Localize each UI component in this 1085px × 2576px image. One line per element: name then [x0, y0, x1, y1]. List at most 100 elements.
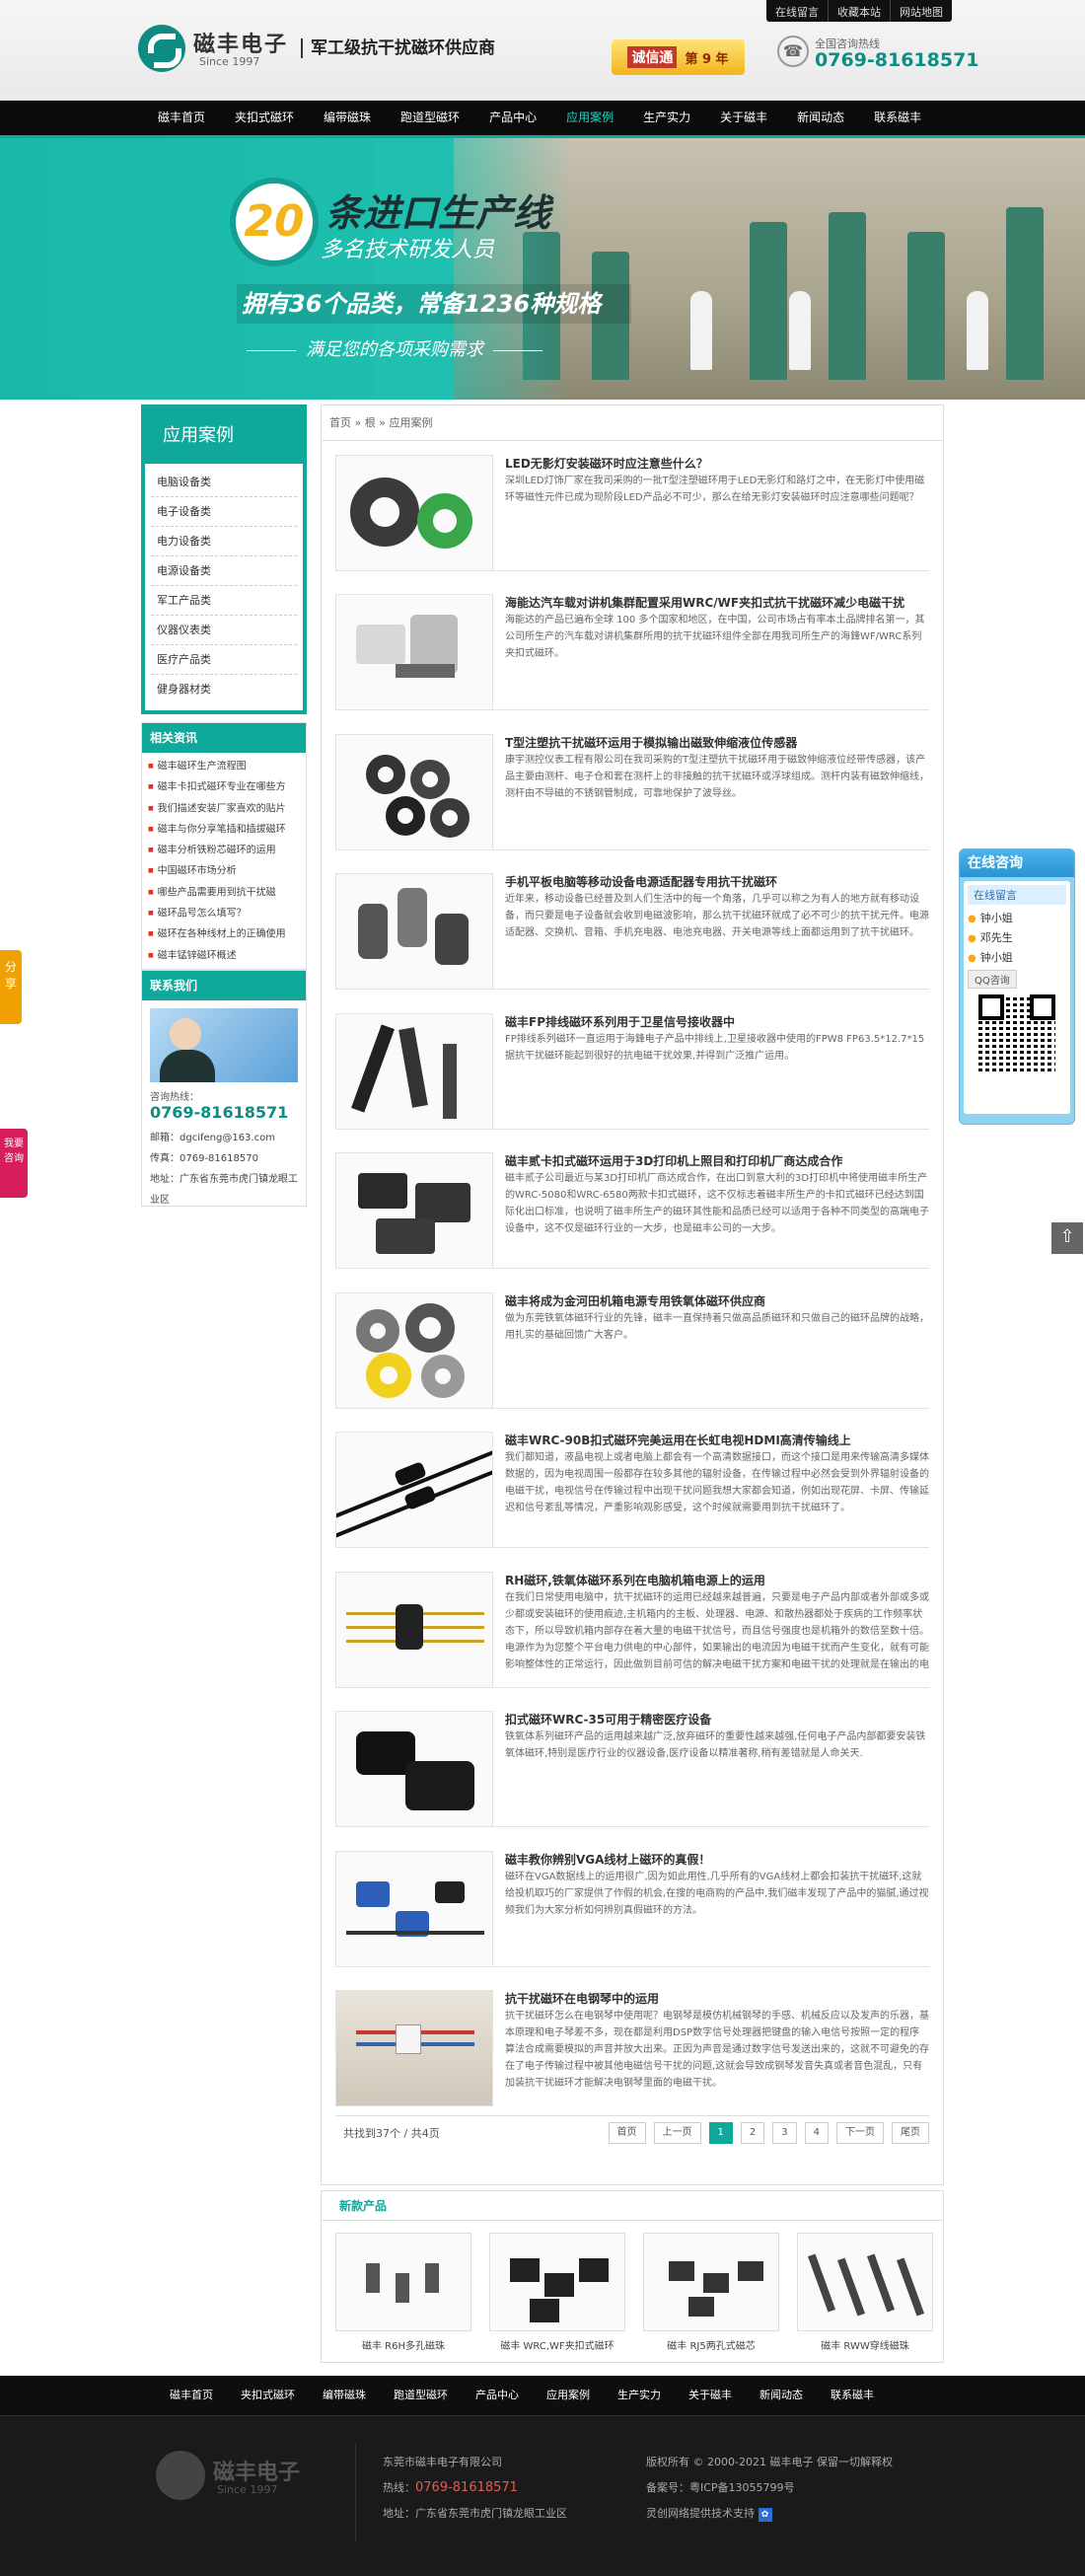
- article-thumb[interactable]: [335, 1292, 493, 1409]
- sidebar-item-instrument[interactable]: 仪器仪表类: [151, 616, 297, 645]
- article-title[interactable]: 磁丰贰卡扣式磁环运用于3D打印机上照目和打印机厂商达成合作: [505, 1152, 929, 1169]
- related-item[interactable]: 磁丰锰锌磁环概述: [148, 945, 300, 966]
- consult-message-tab[interactable]: 在线留言: [968, 885, 1066, 905]
- product-image[interactable]: [335, 2233, 471, 2331]
- article-item[interactable]: 磁丰FP排线磁环系列用于卫星信号接收器中 FP排线系列磁环一直运用于海鋒电子产品…: [335, 1013, 929, 1130]
- article-item[interactable]: T型注塑抗干扰磁环运用于模拟输出磁致伸缩液位传感器 康宇测控仪表工程有限公司在我…: [335, 734, 929, 850]
- nav-item-strength[interactable]: 生产实力: [628, 101, 705, 135]
- related-item[interactable]: 哪些产品需要用到抗干扰磁: [148, 882, 300, 903]
- article-thumb[interactable]: [335, 1152, 493, 1269]
- related-item[interactable]: 磁环在各种线材上的正确使用: [148, 923, 300, 944]
- pagination-next[interactable]: 下一页: [836, 2121, 884, 2144]
- product-card[interactable]: 磁丰 R6H多孔磁珠: [335, 2233, 471, 2352]
- article-thumb[interactable]: [335, 594, 493, 710]
- article-thumb[interactable]: [335, 1432, 493, 1548]
- related-item[interactable]: 磁环品号怎么填写？: [148, 903, 300, 923]
- nav-item-taped-bead[interactable]: 编带磁珠: [309, 101, 386, 135]
- article-item[interactable]: 磁丰将成为金河田机箱电源专用铁氧体磁环供应商 做为东莞铁氧体磁环行业的先锋，磁丰…: [335, 1292, 929, 1409]
- qq-consult-button[interactable]: QQ咨询: [968, 970, 1017, 989]
- article-title[interactable]: T型注塑抗干扰磁环运用于模拟输出磁致伸缩液位传感器: [505, 734, 929, 751]
- article-item[interactable]: 海能达汽车载对讲机集群配置采用WRC/WF夹扣式抗干扰磁环减少电磁干扰 海能达的…: [335, 594, 929, 710]
- product-caption[interactable]: 磁丰 WRC,WF夹扣式磁环: [489, 2337, 625, 2352]
- article-title[interactable]: 磁丰将成为金河田机箱电源专用铁氧体磁环供应商: [505, 1292, 929, 1309]
- nav-item-contact[interactable]: 联系磁丰: [859, 101, 936, 135]
- article-thumb[interactable]: [335, 734, 493, 850]
- pagination-first[interactable]: 首页: [608, 2121, 646, 2144]
- pagination-page-3[interactable]: 3: [772, 2121, 797, 2144]
- back-to-top-icon[interactable]: ⇧: [1051, 1222, 1083, 1254]
- article-title[interactable]: 海能达汽车载对讲机集群配置采用WRC/WF夹扣式抗干扰磁环减少电磁干扰: [505, 594, 929, 611]
- consult-agent[interactable]: 钟小姐: [968, 909, 1066, 928]
- footer-nav-item[interactable]: 夹扣式磁环: [227, 2376, 309, 2415]
- footer-nav-item[interactable]: 编带磁珠: [309, 2376, 380, 2415]
- article-item[interactable]: 扣式磁环WRC-35可用于精密医疗设备 铁氧体系列磁环产品的运用越来越广泛,放弃…: [335, 1711, 929, 1827]
- product-image[interactable]: [643, 2233, 779, 2331]
- article-item[interactable]: LED无影灯安装磁环时应注意些什么？ 深圳LED灯饰厂家在我司采购的一批T型注塑…: [335, 455, 929, 571]
- article-thumb[interactable]: [335, 1990, 493, 2106]
- article-thumb[interactable]: [335, 1572, 493, 1688]
- nav-item-about[interactable]: 关于磁丰: [705, 101, 782, 135]
- pagination-page-1[interactable]: 1: [708, 2121, 733, 2144]
- article-item[interactable]: 磁丰教你辨别VGA线材上磁环的真假！ 磁环在VGA数据线上的运用很广,因为如此用…: [335, 1851, 929, 1967]
- product-card[interactable]: 磁丰 RWW穿线磁珠: [797, 2233, 933, 2352]
- footer-nav-item[interactable]: 生产实力: [604, 2376, 675, 2415]
- pagination-prev[interactable]: 上一页: [653, 2121, 701, 2144]
- top-link-favorite[interactable]: 收藏本站: [828, 0, 890, 22]
- sidebar-item-electronics[interactable]: 电子设备类: [151, 497, 297, 527]
- product-card[interactable]: 磁丰 RJ5两孔式磁芯: [643, 2233, 779, 2352]
- nav-item-news[interactable]: 新闻动态: [782, 101, 859, 135]
- sidebar-item-military[interactable]: 军工产品类: [151, 586, 297, 616]
- article-thumb[interactable]: [335, 1851, 493, 1967]
- article-item[interactable]: 手机平板电脑等移动设备电源适配器专用抗干扰磁环 近年来，移动设备已经普及到人们生…: [335, 873, 929, 990]
- footer-nav-item[interactable]: 应用案例: [533, 2376, 604, 2415]
- pagination-last[interactable]: 尾页: [892, 2121, 929, 2144]
- article-title[interactable]: 抗干扰磁环在电钢琴中的运用: [505, 1990, 929, 2007]
- article-title[interactable]: LED无影灯安装磁环时应注意些什么？: [505, 455, 929, 472]
- product-caption[interactable]: 磁丰 RJ5两孔式磁芯: [643, 2337, 779, 2352]
- article-title[interactable]: RH磁环,铁氧体磁环系列在电脑机箱电源上的运用: [505, 1572, 929, 1588]
- nav-item-products[interactable]: 产品中心: [474, 101, 551, 135]
- pagination-page-4[interactable]: 4: [804, 2121, 829, 2144]
- product-card[interactable]: 磁丰 WRC,WF夹扣式磁环: [489, 2233, 625, 2352]
- article-title[interactable]: 手机平板电脑等移动设备电源适配器专用抗干扰磁环: [505, 873, 929, 890]
- related-item[interactable]: 磁丰磁环生产流程图: [148, 756, 300, 776]
- footer-nav-item[interactable]: 新闻动态: [746, 2376, 817, 2415]
- product-caption[interactable]: 磁丰 R6H多孔磁珠: [335, 2337, 471, 2352]
- product-caption[interactable]: 磁丰 RWW穿线磁珠: [797, 2337, 933, 2352]
- footer-nav-item[interactable]: 磁丰首页: [156, 2376, 227, 2415]
- share-tab[interactable]: 分享: [0, 950, 22, 1024]
- product-image[interactable]: [489, 2233, 625, 2331]
- footer-nav-item[interactable]: 产品中心: [462, 2376, 533, 2415]
- ask-tab[interactable]: 我要咨询: [0, 1129, 28, 1198]
- footer-icp[interactable]: 备案号：粤ICP备13055799号: [646, 2475, 893, 2501]
- article-item[interactable]: 磁丰WRC-90B扣式磁环完美运用在长虹电视HDMI高清传输线上 我们都知道，液…: [335, 1432, 929, 1548]
- consult-agent[interactable]: 邓先生: [968, 928, 1066, 948]
- article-title[interactable]: 磁丰WRC-90B扣式磁环完美运用在长虹电视HDMI高清传输线上: [505, 1432, 929, 1448]
- footer-nav-item[interactable]: 关于磁丰: [675, 2376, 746, 2415]
- nav-item-home[interactable]: 磁丰首页: [143, 101, 220, 135]
- footer-support-text[interactable]: 灵创网络提供技术支持: [646, 2507, 755, 2520]
- related-item[interactable]: 磁丰与你分享笔插和插拔磁环: [148, 819, 300, 840]
- article-thumb[interactable]: [335, 1013, 493, 1130]
- top-link-message[interactable]: 在线留言: [766, 0, 828, 22]
- footer-nav-item[interactable]: 联系磁丰: [817, 2376, 888, 2415]
- article-item[interactable]: 抗干扰磁环在电钢琴中的运用 抗干扰磁环怎么在电钢琴中使用呢？电钢琴是模仿机械钢琴…: [335, 1990, 929, 2106]
- article-thumb[interactable]: [335, 455, 493, 571]
- consult-agent[interactable]: 钟小姐: [968, 948, 1066, 968]
- footer-nav-item[interactable]: 跑道型磁环: [380, 2376, 462, 2415]
- product-image[interactable]: [797, 2233, 933, 2331]
- article-thumb[interactable]: [335, 1711, 493, 1827]
- nav-item-clip-core[interactable]: 夹扣式磁环: [220, 101, 309, 135]
- related-item[interactable]: 磁丰卡扣式磁环专业在哪些方: [148, 776, 300, 797]
- article-title[interactable]: 磁丰FP排线磁环系列用于卫星信号接收器中: [505, 1013, 929, 1030]
- pagination-page-2[interactable]: 2: [740, 2121, 765, 2144]
- sidebar-item-psu[interactable]: 电源设备类: [151, 556, 297, 586]
- nav-item-cases[interactable]: 应用案例: [551, 101, 628, 135]
- top-link-sitemap[interactable]: 网站地图: [890, 0, 952, 22]
- nav-item-track-core[interactable]: 跑道型磁环: [386, 101, 474, 135]
- sidebar-item-power[interactable]: 电力设备类: [151, 527, 297, 556]
- article-title[interactable]: 扣式磁环WRC-35可用于精密医疗设备: [505, 1711, 929, 1728]
- sidebar-item-medical[interactable]: 医疗产品类: [151, 645, 297, 675]
- related-item[interactable]: 中国磁环市场分析: [148, 860, 300, 881]
- sidebar-item-computer[interactable]: 电脑设备类: [151, 468, 297, 497]
